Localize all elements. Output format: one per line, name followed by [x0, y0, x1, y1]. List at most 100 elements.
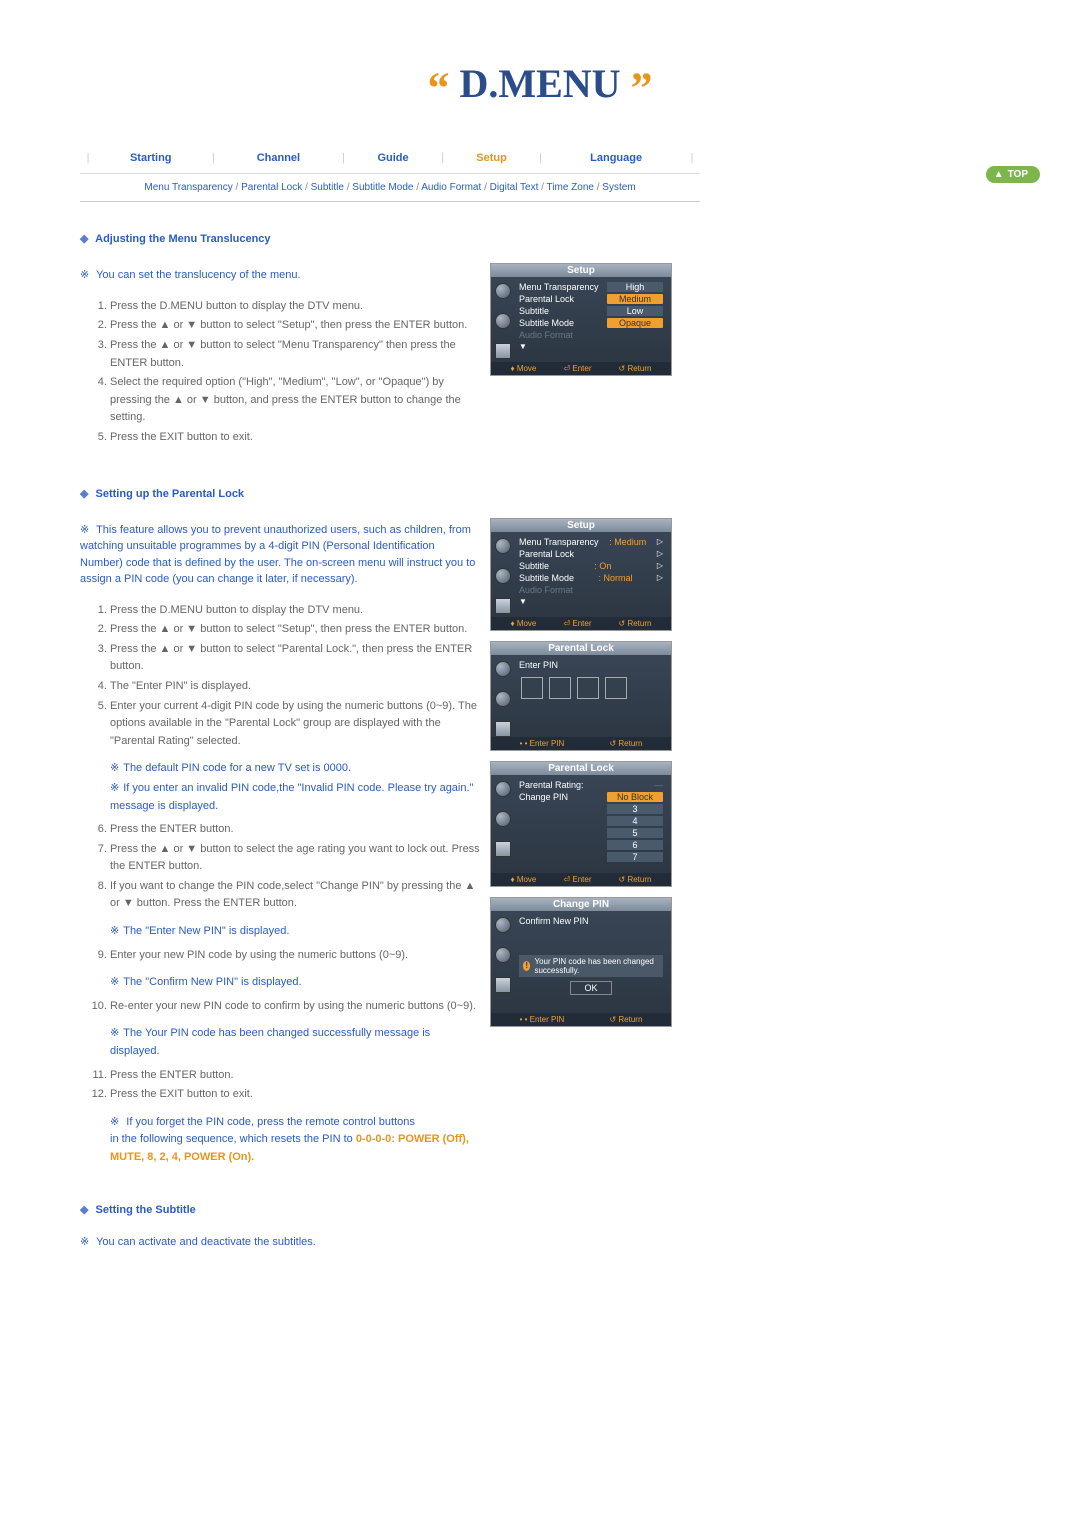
osd-icon: [495, 568, 511, 584]
footer-hint: ↺ Return: [609, 1015, 642, 1024]
osd-value: : Normal: [598, 573, 632, 583]
osd-icon: [495, 721, 511, 737]
note: ※The Your PIN code has been changed succ…: [80, 1025, 480, 1060]
section2-notes-a: ※The default PIN code for a new TV set i…: [80, 760, 480, 815]
osd-option: Low: [607, 306, 663, 316]
sub-nav: Menu Transparency / Parental Lock / Subt…: [80, 174, 700, 202]
osd-icon: [495, 598, 511, 614]
section-title-subtitle: ◆ Setting the Subtitle: [80, 1203, 1000, 1216]
osd-option: 4: [607, 816, 663, 826]
subnav-item[interactable]: Subtitle: [311, 182, 344, 193]
diamond-icon: ◆: [80, 488, 88, 500]
quote-open: “: [427, 63, 449, 112]
top-button[interactable]: ▲ TOP: [986, 166, 1040, 183]
section2-steps-b3: Re-enter your new PIN code to confirm by…: [80, 998, 480, 1016]
snow-icon: ※: [110, 762, 119, 774]
nav-guide[interactable]: Guide: [351, 151, 434, 165]
top-button-label: TOP: [1008, 169, 1028, 180]
footer-hint: ⏎ Enter: [563, 875, 591, 884]
snow-icon: ※: [110, 1027, 119, 1039]
osd-option: 6: [607, 840, 663, 850]
intro-text: You can set the translucency of the menu…: [96, 269, 300, 281]
footer-hint: ⏎ Enter: [563, 619, 591, 628]
nav-setup[interactable]: Setup: [451, 151, 533, 165]
osd-row-label: Audio Format: [519, 585, 573, 595]
step: The "Enter PIN" is displayed.: [110, 678, 480, 696]
footer-hint: ↺ Return: [609, 739, 642, 748]
osd-title: Setup: [491, 519, 671, 532]
osd-option: High: [607, 282, 663, 292]
osd-row-label: Menu Transparency: [519, 282, 599, 292]
footer-hint: ↺ Return: [619, 875, 652, 884]
section1-steps: Press the D.MENU button to display the D…: [80, 298, 480, 447]
osd-row-label: Subtitle Mode: [519, 318, 574, 328]
main-nav: | Starting | Channel | Guide | Setup | L…: [80, 143, 700, 174]
section-title-text: Setting up the Parental Lock: [96, 488, 245, 500]
subnav-item[interactable]: Audio Format: [421, 182, 481, 193]
intro-text: This feature allows you to prevent unaut…: [80, 524, 475, 586]
nav-sep: |: [686, 151, 698, 165]
section2-steps-b2: Enter your new PIN code by using the num…: [80, 947, 480, 965]
section-title-translucency: ◆ Adjusting the Menu Translucency: [80, 232, 1000, 245]
nav-sep: |: [207, 151, 219, 165]
footer-hint: ♦ Move: [511, 875, 537, 884]
info-icon: !: [523, 961, 530, 971]
up-arrow-icon: ▲: [994, 169, 1004, 180]
osd-setup-list: Setup Menu Transparency: Medium▷ Parenta…: [490, 518, 672, 631]
section-title-parental: ◆ Setting up the Parental Lock: [80, 487, 1000, 500]
osd-title: Setup: [491, 264, 671, 277]
osd-icon: [495, 841, 511, 857]
ok-button[interactable]: OK: [570, 981, 612, 995]
nav-starting[interactable]: Starting: [96, 151, 205, 165]
note-text: in the following sequence, which resets …: [110, 1133, 356, 1145]
osd-sidebar-icons: [491, 277, 515, 362]
title-text: D.MENU: [459, 61, 620, 106]
quote-close: ”: [631, 63, 653, 112]
osd-row-label: Parental Lock: [519, 294, 574, 304]
osd-row-label: Parental Lock: [519, 549, 574, 559]
section-title-text: Setting the Subtitle: [96, 1204, 196, 1216]
section2-steps-a: Press the D.MENU button to display the D…: [80, 602, 480, 751]
osd-title: Parental Lock: [491, 642, 671, 655]
osd-icon: [495, 538, 511, 554]
subnav-item[interactable]: Subtitle Mode: [352, 182, 413, 193]
snow-icon: ※: [80, 524, 89, 536]
subnav-item[interactable]: Menu Transparency: [144, 182, 232, 193]
pin-box: [577, 677, 599, 699]
step: Press the ▲ or ▼ button to select "Setup…: [110, 317, 480, 335]
subnav-item[interactable]: Parental Lock: [241, 182, 302, 193]
osd-title: Parental Lock: [491, 762, 671, 775]
pin-box: [605, 677, 627, 699]
osd-icon: [495, 313, 511, 329]
footer-hint: • • Enter PIN: [520, 739, 565, 748]
osd-value: : Medium: [609, 537, 646, 547]
section3-intro: ※ You can activate and deactivate the su…: [80, 1234, 1000, 1251]
osd-icon: [495, 343, 511, 359]
note: ※If you enter an invalid PIN code,the "I…: [110, 780, 480, 815]
osd-row-label: Parental Rating:: [519, 780, 584, 790]
snow-icon: ※: [110, 1116, 119, 1128]
intro-text: You can activate and deactivate the subt…: [96, 1236, 316, 1248]
osd-setup-translucency: Setup Menu Transparency High Parental Loc…: [490, 263, 672, 376]
message-text: Your PIN code has been changed successfu…: [534, 957, 659, 975]
subnav-item[interactable]: System: [602, 182, 635, 193]
diamond-icon: ◆: [80, 233, 88, 245]
subnav-item[interactable]: Time Zone: [547, 182, 594, 193]
osd-row-label: Audio Format: [519, 330, 573, 340]
pin-box: [521, 677, 543, 699]
step: Press the ENTER button.: [110, 821, 480, 839]
diamond-icon: ◆: [80, 1204, 88, 1216]
footer-hint: • • Enter PIN: [520, 1015, 565, 1024]
osd-option: Opaque: [607, 318, 663, 328]
osd-option-selected: Medium: [607, 294, 663, 304]
snow-icon: ※: [110, 782, 119, 794]
note: ※The "Enter New PIN" is displayed.: [80, 923, 480, 941]
step: Press the ▲ or ▼ button to select "Menu …: [110, 337, 480, 372]
snow-icon: ※: [110, 976, 119, 988]
subnav-item[interactable]: Digital Text: [490, 182, 539, 193]
nav-language[interactable]: Language: [549, 151, 684, 165]
osd-icon: [495, 947, 511, 963]
note: ※The "Confirm New PIN" is displayed.: [80, 974, 480, 992]
nav-channel[interactable]: Channel: [222, 151, 336, 165]
osd-change-pin: Change PIN Confirm New PIN ! Your PIN co…: [490, 897, 672, 1027]
